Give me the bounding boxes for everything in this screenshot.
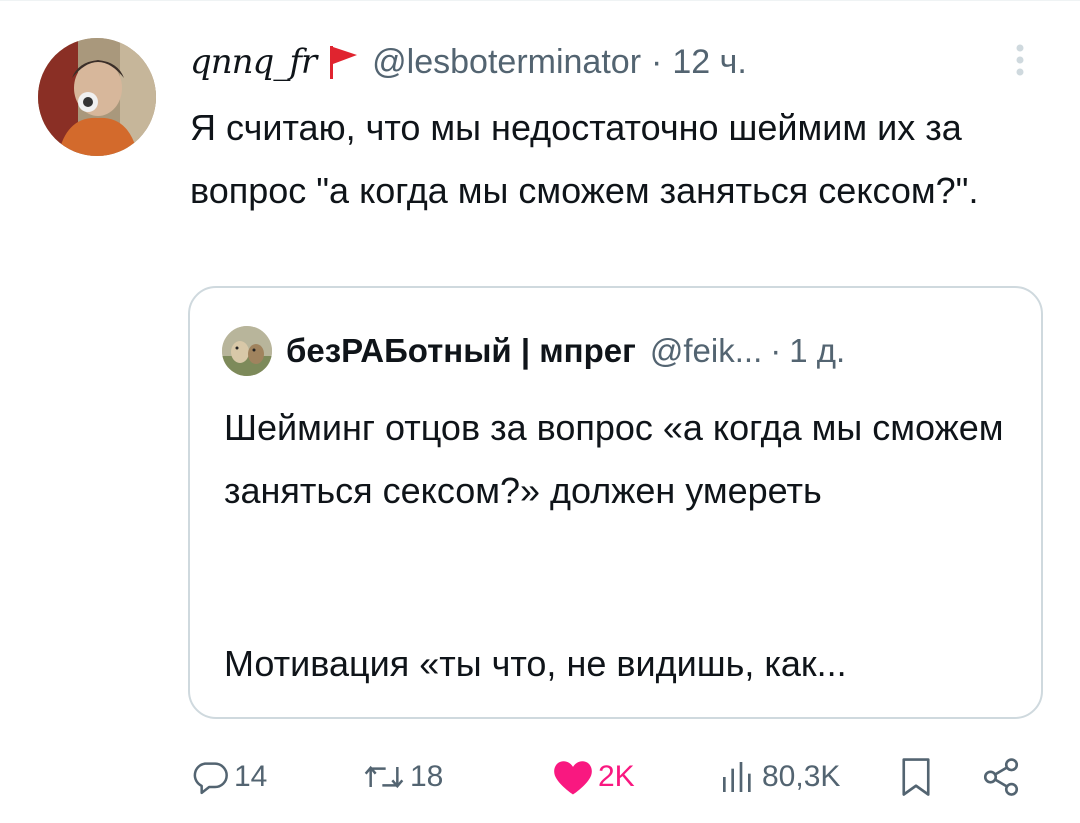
reply-count: 14 <box>234 760 268 793</box>
like-button[interactable]: 2K <box>552 752 635 802</box>
share-icon <box>983 758 1019 796</box>
quoted-tweet-text-continued: Мотивация «ты что, не видишь, как... <box>224 643 847 684</box>
reply-icon <box>193 762 228 795</box>
tweet-meta: qnnq_fr @lesboterminator · 12 ч. <box>190 38 747 86</box>
views-icon <box>723 762 751 792</box>
top-divider <box>0 0 1080 1</box>
bookmark-button[interactable] <box>898 752 934 802</box>
share-button[interactable] <box>980 752 1022 802</box>
quoted-meta-separator: · <box>770 332 782 369</box>
author-avatar[interactable] <box>38 38 156 156</box>
views-button[interactable]: 80,3K <box>718 752 840 802</box>
meta-separator: · <box>651 42 663 81</box>
quoted-tweet-text: Шейминг отцов за вопрос «а когда мы смож… <box>224 407 1004 511</box>
red-flag-icon <box>328 45 358 79</box>
retweet-icon <box>364 765 404 789</box>
tweet-action-bar: 14 18 2K 80,3K <box>0 752 1080 802</box>
views-count: 80,3K <box>762 760 841 793</box>
quoted-tweet-meta: безРАБотный | мпрег @feik... · 1 д. <box>222 326 845 376</box>
author-display-name[interactable]: qnnq_fr <box>190 42 317 82</box>
quoted-tweet-card[interactable]: безРАБотный | мпрег @feik... · 1 д. Шейм… <box>188 286 1043 719</box>
quoted-author-display-name: безРАБотный | мпрег <box>286 332 636 369</box>
reply-button[interactable]: 14 <box>190 752 267 802</box>
tweet-timestamp[interactable]: 12 ч. <box>672 43 746 82</box>
author-handle[interactable]: @lesboterminator <box>372 43 641 82</box>
bookmark-icon <box>902 758 930 796</box>
like-count: 2K <box>598 760 635 793</box>
quoted-author-avatar <box>222 326 272 376</box>
avatar-image <box>38 38 156 156</box>
more-vertical-icon <box>1016 44 1024 76</box>
quoted-author-handle: @feik... <box>649 332 763 369</box>
heart-icon <box>554 761 592 795</box>
more-options-button[interactable] <box>1000 40 1040 80</box>
quoted-tweet-timestamp: 1 д. <box>789 332 846 369</box>
retweet-button[interactable]: 18 <box>362 752 443 802</box>
tweet-text: Я считаю, что мы недостаточно шеймим их … <box>190 107 979 211</box>
retweet-count: 18 <box>410 760 444 793</box>
